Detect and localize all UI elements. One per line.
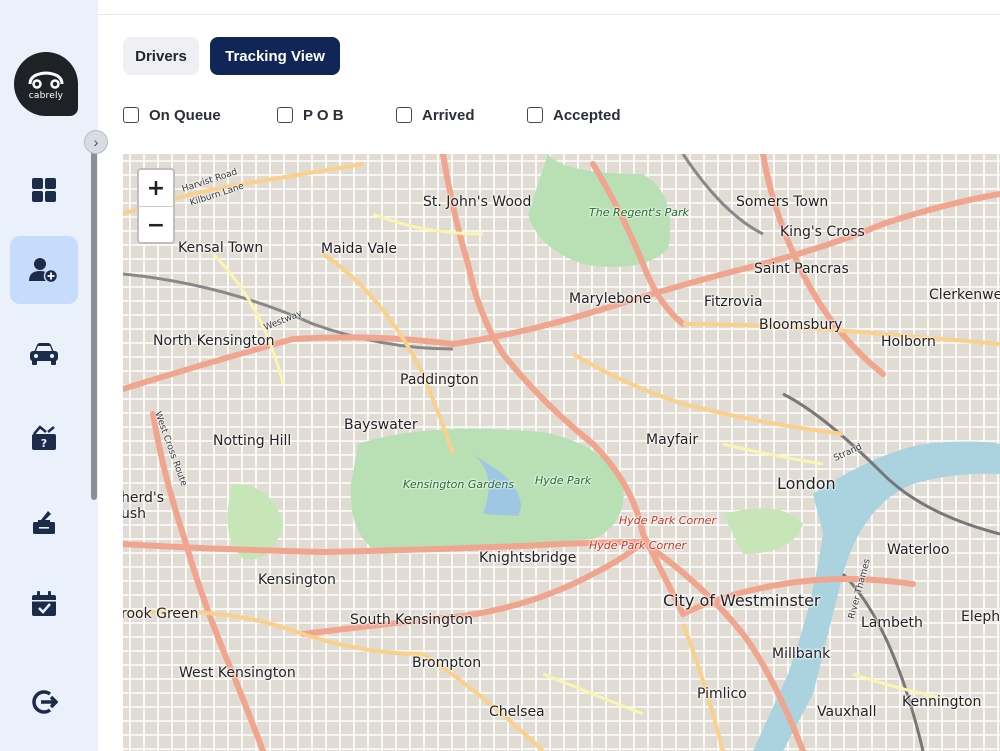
pob-label: P O B xyxy=(303,106,344,124)
map-label: Saint Pancras xyxy=(754,261,849,277)
map-label: Kensal Town xyxy=(178,240,264,256)
map-label: The Regent's Park xyxy=(589,206,689,219)
map-label: Bloomsbury xyxy=(759,317,843,333)
map-label: City of Westminster xyxy=(663,591,821,610)
sidebar-item-schedule[interactable] xyxy=(10,570,78,638)
top-bar xyxy=(98,0,1000,15)
map-label: St. John's Wood xyxy=(423,194,532,210)
svg-text:?: ? xyxy=(41,437,47,450)
car-icon xyxy=(30,343,58,365)
dashboard-grid-icon xyxy=(32,178,56,202)
map-label: Somers Town xyxy=(736,194,829,210)
accepted-checkbox[interactable] xyxy=(527,107,543,123)
on-queue-checkbox[interactable] xyxy=(123,107,139,123)
map-label: Vauxhall xyxy=(817,704,877,720)
map-label: King's Cross xyxy=(780,224,865,240)
map-label: London xyxy=(777,474,836,493)
map-label: Kensington Gardens xyxy=(403,478,515,491)
tracking-map[interactable]: + − Harvist Road Kilburn Lane St. John's… xyxy=(123,154,1000,751)
accepted-label: Accepted xyxy=(553,106,621,124)
map-label: Maida Vale xyxy=(321,241,398,257)
map-label: Waterloo xyxy=(887,542,950,558)
map-label: Hyde Park Corner xyxy=(589,539,686,552)
sidebar-item-bookings[interactable] xyxy=(10,488,78,556)
map-label: Eleph xyxy=(961,609,1000,625)
map-label: Mayfair xyxy=(646,432,699,448)
sidebar: cabrely ? xyxy=(0,0,98,751)
map-label: Paddington xyxy=(400,372,479,388)
map-label: Notting Hill xyxy=(213,433,292,449)
map-label: Brompton xyxy=(412,655,482,671)
map-label: Kennington xyxy=(902,694,982,710)
sidebar-item-drivers[interactable] xyxy=(10,236,78,304)
sidebar-item-lost-found[interactable]: ? xyxy=(10,404,78,472)
filter-pob[interactable]: P O B xyxy=(277,105,344,125)
user-add-icon xyxy=(29,258,59,283)
pob-checkbox[interactable] xyxy=(277,107,293,123)
map-label: South Kensington xyxy=(350,612,473,628)
map-label: Lambeth xyxy=(861,615,923,631)
map-label: Kensington xyxy=(258,572,336,588)
map-label: herd's ush xyxy=(123,490,165,522)
zoom-out-button[interactable]: − xyxy=(139,207,173,243)
question-box-icon: ? xyxy=(32,425,56,450)
filter-arrived[interactable]: Arrived xyxy=(396,105,475,125)
logo-text: cabrely xyxy=(28,90,64,101)
map-label: Bayswater xyxy=(344,417,418,433)
chevron-right-icon: › xyxy=(93,134,99,150)
map-label: Millbank xyxy=(772,646,831,662)
sidebar-collapse-button[interactable]: › xyxy=(84,130,108,154)
map-label: Chelsea xyxy=(489,704,545,720)
map-label: Clerkenwell xyxy=(929,287,1000,303)
tab-drivers[interactable]: Drivers xyxy=(123,37,199,75)
brand-logo[interactable]: cabrely xyxy=(14,52,78,116)
map-label: Pimlico xyxy=(697,686,747,702)
map-label: West Kensington xyxy=(179,665,296,681)
map-label: Holborn xyxy=(881,334,936,350)
map-label: Fitzrovia xyxy=(704,294,763,310)
map-label: rook Green xyxy=(123,606,199,622)
arrived-label: Arrived xyxy=(422,106,475,124)
map-label: North Kensington xyxy=(153,333,275,349)
filter-accepted[interactable]: Accepted xyxy=(527,105,621,125)
car-logo-icon xyxy=(28,70,64,89)
sidebar-item-dashboard[interactable] xyxy=(10,156,78,224)
sidebar-item-vehicles[interactable] xyxy=(10,320,78,388)
ballot-box-icon xyxy=(33,511,55,534)
sidebar-scrollbar[interactable] xyxy=(91,150,97,500)
zoom-control: + − xyxy=(137,168,175,244)
tab-tracking-view[interactable]: Tracking View xyxy=(210,37,340,75)
arrived-checkbox[interactable] xyxy=(396,107,412,123)
sidebar-item-logout[interactable] xyxy=(10,668,78,736)
logout-icon xyxy=(32,690,58,714)
map-label: Marylebone xyxy=(569,291,652,307)
calendar-check-icon xyxy=(32,591,56,616)
zoom-in-button[interactable]: + xyxy=(139,170,173,207)
on-queue-label: On Queue xyxy=(149,106,221,124)
filter-on-queue[interactable]: On Queue xyxy=(123,105,221,125)
map-label: Knightsbridge xyxy=(479,550,577,566)
map-label: Hyde Park xyxy=(535,474,592,487)
map-label: Hyde Park Corner xyxy=(619,514,716,527)
